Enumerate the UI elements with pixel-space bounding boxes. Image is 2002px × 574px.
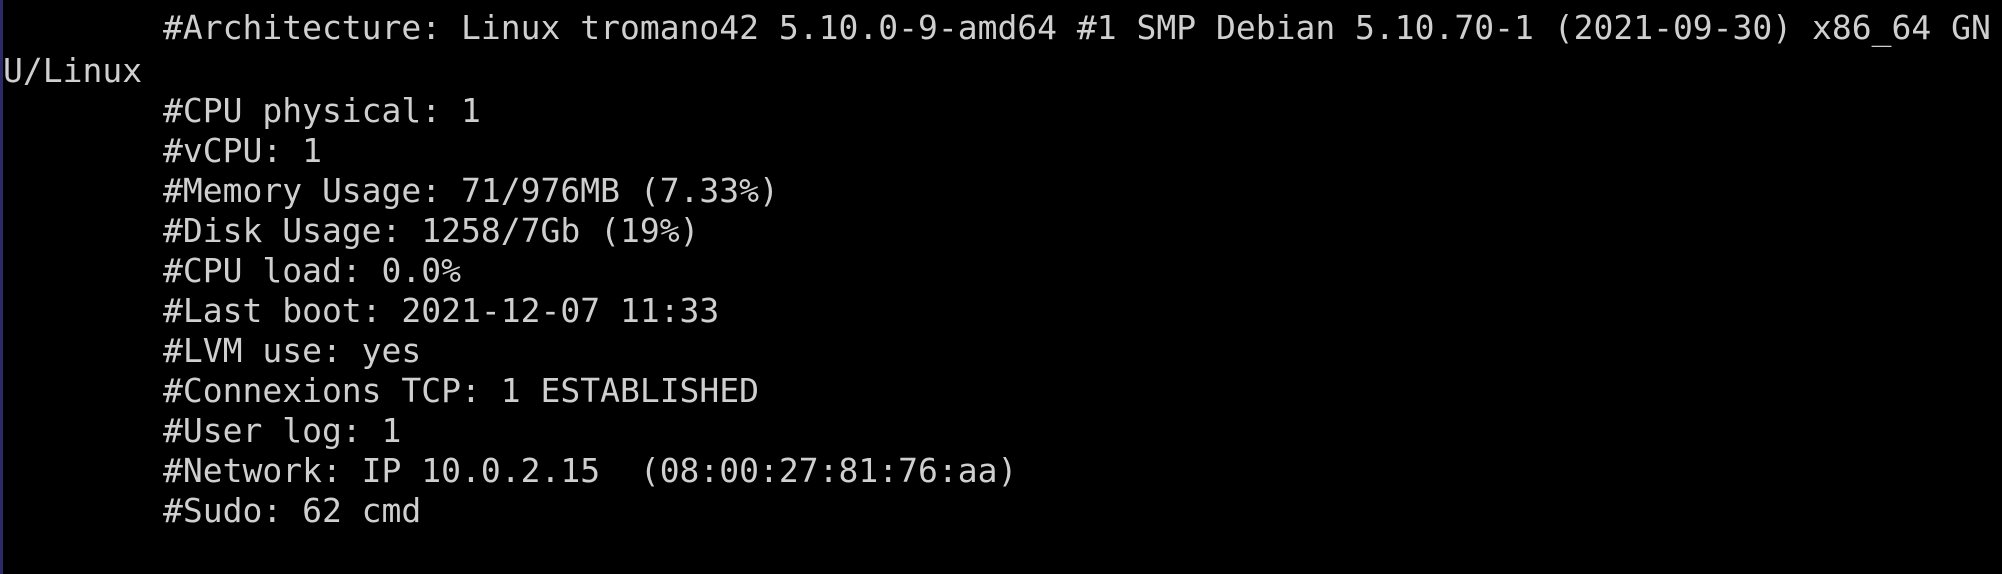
tcp-connections-line: #Connexions TCP: 1 ESTABLISHED xyxy=(163,371,760,410)
network-line: #Network: IP 10.0.2.15 (08:00:27:81:76:a… xyxy=(163,451,1018,490)
disk-usage-line: #Disk Usage: 1258/7Gb (19%) xyxy=(163,211,700,250)
architecture-line-wrap: U/Linux xyxy=(3,51,143,90)
cpu-physical-line: #CPU physical: 1 xyxy=(163,91,481,130)
terminal-console[interactable]: #Architecture: Linux tromano42 5.10.0-9-… xyxy=(0,0,2002,574)
lvm-use-line: #LVM use: yes xyxy=(163,331,422,370)
memory-usage-line: #Memory Usage: 71/976MB (7.33%) xyxy=(163,171,779,210)
user-log-line: #User log: 1 xyxy=(163,411,402,450)
cpu-load-line: #CPU load: 0.0% xyxy=(163,251,462,290)
vcpu-line: #vCPU: 1 xyxy=(163,131,322,170)
last-boot-line: #Last boot: 2021-12-07 11:33 xyxy=(163,291,720,330)
sudo-line: #Sudo: 62 cmd xyxy=(163,491,422,530)
architecture-line: #Architecture: Linux tromano42 5.10.0-9-… xyxy=(163,8,1991,47)
